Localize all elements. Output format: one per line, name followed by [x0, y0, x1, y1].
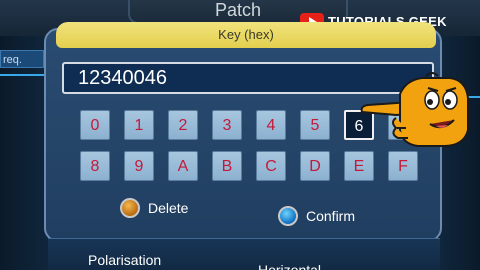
key-1[interactable]: 1	[124, 110, 154, 140]
key-F[interactable]: F	[388, 151, 418, 181]
left-background-panel	[0, 36, 48, 270]
pointing-hand-cartoon-icon	[360, 72, 469, 147]
orange-button-icon	[120, 198, 140, 218]
key-8[interactable]: 8	[80, 151, 110, 181]
key-3[interactable]: 3	[212, 110, 242, 140]
key-E[interactable]: E	[344, 151, 374, 181]
confirm-label: Confirm	[306, 208, 356, 224]
key-9[interactable]: 9	[124, 151, 154, 181]
side-label: req.	[0, 50, 44, 68]
left-divider	[0, 74, 46, 76]
key-4[interactable]: 4	[256, 110, 286, 140]
confirm-button[interactable]: Confirm	[278, 206, 355, 226]
dialog-title: Key (hex)	[56, 22, 436, 48]
delete-button[interactable]: Delete	[120, 198, 188, 218]
polarisation-label: Polarisation	[88, 252, 162, 268]
key-C[interactable]: C	[256, 151, 286, 181]
key-D[interactable]: D	[300, 151, 330, 181]
blue-button-icon	[278, 206, 298, 226]
polarisation-value[interactable]: Horizontal	[258, 262, 321, 270]
delete-label: Delete	[148, 200, 189, 216]
key-5[interactable]: 5	[300, 110, 330, 140]
key-A[interactable]: A	[168, 151, 198, 181]
key-2[interactable]: 2	[168, 110, 198, 140]
key-0[interactable]: 0	[80, 110, 110, 140]
key-B[interactable]: B	[212, 151, 242, 181]
